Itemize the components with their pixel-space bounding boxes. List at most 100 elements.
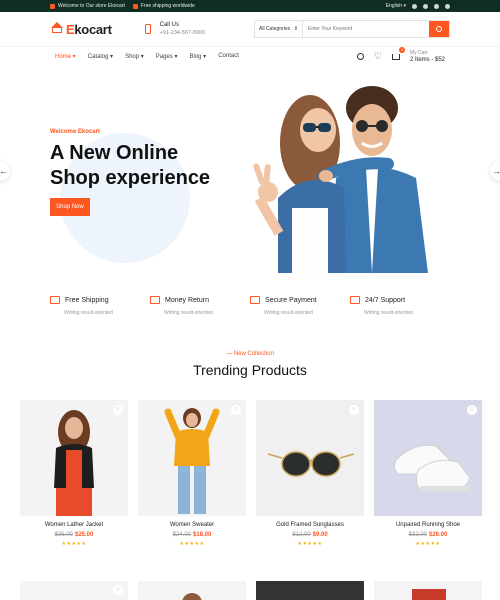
rating-stars: ★★★★★ xyxy=(179,541,205,547)
language-select[interactable]: English ▾ xyxy=(386,3,406,9)
product-name[interactable]: Unpaired Running Shoe xyxy=(374,522,482,528)
product-image[interactable]: ♡ xyxy=(20,581,128,600)
twitter-icon[interactable] xyxy=(423,3,428,9)
product-price: $12.00 $9.00 xyxy=(292,532,328,538)
section-subtitle: — New Collection xyxy=(226,351,274,357)
rating-stars: ★★★★★ xyxy=(297,541,323,547)
arrow-right-icon: → xyxy=(492,166,500,176)
product-price: $32.00 $26.00 xyxy=(408,532,448,538)
product-name[interactable]: Women Sweater xyxy=(138,522,246,528)
product-card[interactable]: ♡ Unpaired Running Shoe $32.00 $26.00 ★★★… xyxy=(374,400,482,547)
search-input[interactable] xyxy=(303,21,429,37)
cart-badge: 0 xyxy=(398,46,405,53)
money-hand-icon xyxy=(150,296,160,304)
nav-item-blog[interactable]: Blog ▾ xyxy=(189,53,206,60)
facebook-icon[interactable] xyxy=(412,3,417,9)
heart-icon[interactable]: ♡ xyxy=(374,51,382,62)
linkedin-icon[interactable] xyxy=(434,3,439,9)
top-bar: Welcome to Our store Ekocart Free shippi… xyxy=(0,0,500,12)
header: Ekocart Call Us +91-234-567-8900 All Cat… xyxy=(0,12,500,46)
product-image[interactable] xyxy=(256,581,364,600)
wishlist-icon[interactable]: ♡ xyxy=(231,405,241,415)
arrow-left-icon: ← xyxy=(0,166,8,176)
product-grid-row-2: ♡ xyxy=(20,581,482,600)
feature-title: 24/7 Support xyxy=(365,296,406,304)
call-us: Call Us +91-234-567-8900 xyxy=(144,22,205,36)
hero-couple-image xyxy=(248,68,434,273)
phone-icon xyxy=(144,24,151,34)
welcome-text: Welcome to Our store Ekocart xyxy=(58,3,125,9)
logo-cart-icon xyxy=(50,22,64,36)
feature-support: 24/7 Support Writing result-oriented xyxy=(350,296,450,316)
feature-subtitle: Writing result-oriented xyxy=(364,310,413,316)
wishlist-icon[interactable]: ♡ xyxy=(467,405,477,415)
nav-item-contact[interactable]: Contact xyxy=(218,53,239,60)
feature-title: Money Return xyxy=(165,296,209,304)
cart-summary: 2 Items - $52 xyxy=(409,57,445,63)
category-select[interactable]: All Categories ⇕ xyxy=(255,21,303,37)
feature-secure-payment: Secure Payment Writing result-oriented xyxy=(250,296,350,316)
next-slide-button[interactable]: → xyxy=(490,161,500,181)
section-title: Trending Products xyxy=(193,362,307,378)
search-icon xyxy=(436,26,442,32)
truck-icon xyxy=(132,3,138,9)
shop-now-button[interactable]: Shop Now xyxy=(50,198,90,216)
product-image[interactable] xyxy=(138,581,246,600)
user-icon[interactable] xyxy=(356,53,364,60)
product-image[interactable] xyxy=(374,581,482,600)
product-image[interactable]: ♡ xyxy=(138,400,246,516)
language-label: English xyxy=(385,3,403,9)
product-image[interactable]: ♡ xyxy=(256,400,364,516)
search-button[interactable] xyxy=(429,21,449,37)
wishlist-icon[interactable]: ♡ xyxy=(113,585,123,595)
nav-item-home[interactable]: Home ▾ xyxy=(55,53,76,60)
hero-title-line2: Shop experience xyxy=(50,167,211,189)
nav-item-pages[interactable]: Pages ▾ xyxy=(156,53,178,60)
store-icon xyxy=(50,3,55,9)
product-name[interactable]: Women Lather Jacket xyxy=(20,522,128,528)
feature-title: Free Shipping xyxy=(65,296,109,304)
product-name[interactable]: Gold Framed Sunglasses xyxy=(256,522,364,528)
logo-text: Ekocart xyxy=(66,21,112,37)
hero-banner: Welcome Ekocart A New Online Shop experi… xyxy=(0,68,500,273)
prev-slide-button[interactable]: ← xyxy=(0,161,10,181)
product-card[interactable]: ♡ Gold Framed Sunglasses $12.00 $9.00 ★★★… xyxy=(256,400,364,547)
wishlist-icon[interactable]: ♡ xyxy=(349,405,359,415)
shipping-text: Free shipping worldwide xyxy=(140,3,195,9)
product-card[interactable]: ♡ Women Sweater $24.00 $18.00 ★★★★★ xyxy=(138,400,246,547)
category-label: All Categories xyxy=(259,26,291,32)
nav-item-catalog[interactable]: Catalog ▾ xyxy=(88,53,113,60)
hero-title-line1: A New Online xyxy=(50,142,179,164)
wishlist-icon[interactable]: ♡ xyxy=(113,405,123,415)
product-card[interactable]: ♡ Women Lather Jacket $35.00 $25.00 ★★★★★ xyxy=(20,400,128,547)
call-label: Call Us xyxy=(159,22,179,28)
hero-title: A New Online Shop experience xyxy=(50,141,240,191)
rating-stars: ★★★★★ xyxy=(61,541,87,547)
truck-icon xyxy=(50,296,60,304)
hero-welcome: Welcome Ekocart xyxy=(50,129,100,135)
product-grid: ♡ Women Lather Jacket $35.00 $25.00 ★★★★★… xyxy=(20,400,482,547)
feature-subtitle: Writing result-oriented xyxy=(164,310,213,316)
product-image[interactable]: ♡ xyxy=(20,400,128,516)
search-bar: All Categories ⇕ xyxy=(254,20,450,38)
welcome-notice: Welcome to Our store Ekocart xyxy=(50,3,125,9)
lock-icon xyxy=(250,296,260,304)
main-nav: Home ▾ Catalog ▾ Shop ▾ Pages ▾ Blog ▾ C… xyxy=(0,46,500,66)
feature-free-shipping: Free Shipping Writing result-oriented xyxy=(50,296,150,316)
cart-icon: 0 xyxy=(391,46,405,60)
my-cart-label: My Cart xyxy=(409,50,428,56)
product-price: $24.00 $18.00 xyxy=(172,532,212,538)
rating-stars: ★★★★★ xyxy=(415,541,441,547)
instagram-icon[interactable] xyxy=(445,3,450,9)
feature-subtitle: Writing result-oriented xyxy=(64,310,113,316)
logo[interactable]: Ekocart xyxy=(50,22,112,37)
nav-menu: Home ▾ Catalog ▾ Shop ▾ Pages ▾ Blog ▾ C… xyxy=(55,53,239,60)
nav-item-shop[interactable]: Shop ▾ xyxy=(125,53,144,60)
cart[interactable]: 0 My Cart 2 Items - $52 xyxy=(391,46,445,63)
product-image[interactable]: ♡ xyxy=(374,400,482,516)
feature-subtitle: Writing result-oriented xyxy=(264,310,313,316)
chevron-down-icon: ⇕ xyxy=(293,26,298,32)
headset-icon xyxy=(350,296,360,304)
feature-title: Secure Payment xyxy=(265,296,317,304)
shipping-notice: Free shipping worldwide xyxy=(132,3,195,9)
